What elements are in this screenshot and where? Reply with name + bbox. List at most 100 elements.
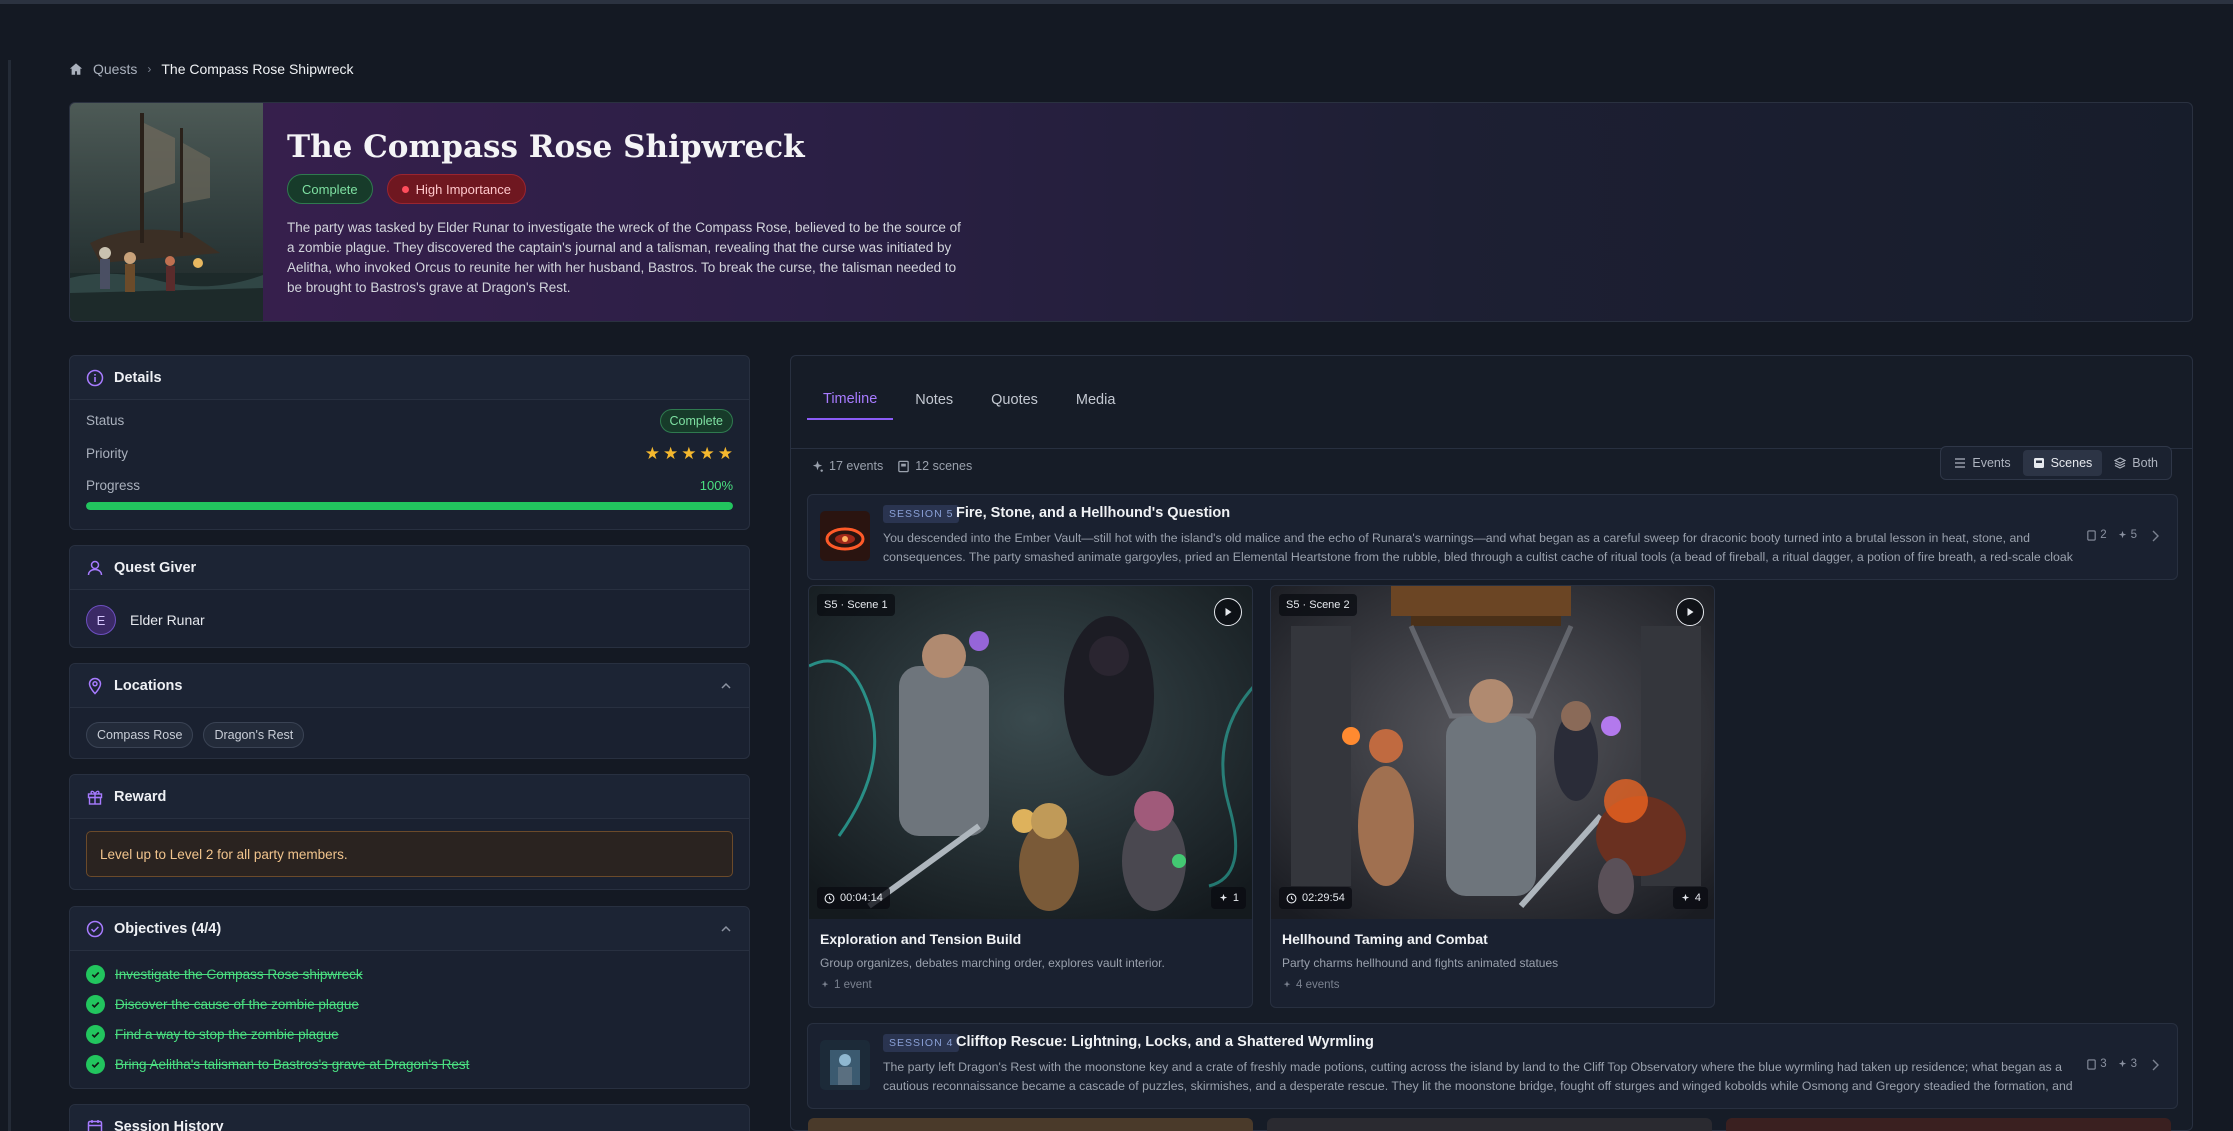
session-description: You descended into the Ember Vault—still… xyxy=(883,531,2073,564)
locations-title: Locations xyxy=(114,677,183,694)
play-icon[interactable] xyxy=(1676,598,1704,626)
details-title: Details xyxy=(114,369,162,386)
status-label: Status xyxy=(86,413,125,428)
check-circle-icon xyxy=(86,920,104,938)
objectives-header[interactable]: Objectives (4/4) xyxy=(70,907,749,951)
scene-events-count: 1 xyxy=(1210,887,1246,909)
chevron-up-icon[interactable] xyxy=(719,679,733,693)
objective-item[interactable]: Discover the cause of the zombie plague xyxy=(86,989,733,1019)
info-icon xyxy=(86,369,104,387)
avatar: E xyxy=(86,605,116,635)
reward-panel: Reward Level up to Level 2 for all party… xyxy=(69,774,750,890)
user-icon xyxy=(86,559,104,577)
sparkle-icon xyxy=(1219,893,1228,901)
session-title: Fire, Stone, and a Hellhound's Question xyxy=(956,505,1231,521)
objective-label: Investigate the Compass Rose shipwreck xyxy=(115,966,363,982)
clock-icon xyxy=(1286,893,1297,903)
sparkle-icon xyxy=(2118,1059,2126,1067)
scene-events-label: 1 event xyxy=(820,979,872,991)
session-history-panel: Session History xyxy=(69,1104,750,1131)
details-header: Details xyxy=(70,356,749,400)
session-scenes-count: 2 xyxy=(2086,529,2107,541)
objective-label: Bring Aelitha's talisman to Bastros's gr… xyxy=(115,1056,470,1072)
reward-header: Reward xyxy=(70,775,749,819)
session-tag: SESSION 4 xyxy=(883,1034,960,1052)
film-icon xyxy=(898,460,910,472)
location-chips: Compass Rose Dragon's Rest xyxy=(86,722,733,748)
locations-header[interactable]: Locations xyxy=(70,664,749,708)
sparkle-icon xyxy=(1681,893,1690,901)
quest-title: The Compass Rose Shipwreck xyxy=(287,129,805,165)
tab-bar: Timeline Notes Quotes Media xyxy=(807,380,1137,420)
map-pin-icon xyxy=(86,677,104,695)
star-icon: ★ xyxy=(644,444,660,463)
window-frame-top xyxy=(0,0,2233,4)
quest-cover-image[interactable] xyxy=(70,103,263,321)
session-events-count: 5 xyxy=(2117,529,2137,541)
session-card-5[interactable]: SESSION 5 Fire, Stone, and a Hellhound's… xyxy=(807,494,2178,580)
scene-thumbnail[interactable] xyxy=(1267,1118,1712,1131)
view-events-button[interactable]: Events xyxy=(1944,450,2020,476)
view-both-button[interactable]: Both xyxy=(2104,450,2168,476)
scene-card-1[interactable]: S5 · Scene 1 00:04:14 1 Exploration and … xyxy=(808,585,1253,1008)
scene-tag: S5 · Scene 1 xyxy=(817,594,895,616)
session-description: The party left Dragon's Rest with the mo… xyxy=(883,1060,2073,1093)
objective-item[interactable]: Bring Aelitha's talisman to Bastros's gr… xyxy=(86,1049,733,1079)
session-history-header[interactable]: Session History xyxy=(70,1105,749,1131)
scene-tag: S5 · Scene 2 xyxy=(1279,594,1357,616)
progress-label: Progress xyxy=(86,477,141,493)
tab-media[interactable]: Media xyxy=(1060,380,1132,420)
quest-giver-name: Elder Runar xyxy=(130,612,205,628)
scene-thumbnail[interactable] xyxy=(1726,1118,2171,1131)
film-icon xyxy=(2087,529,2096,541)
scene-title: Exploration and Tension Build xyxy=(820,931,1022,947)
objectives-title: Objectives (4/4) xyxy=(114,920,222,937)
sparkle-icon xyxy=(1283,980,1291,988)
objective-label: Discover the cause of the zombie plague xyxy=(115,996,359,1012)
chevron-right-icon[interactable] xyxy=(2149,1058,2161,1072)
breadcrumb-quests-link[interactable]: Quests xyxy=(93,61,137,77)
quest-giver-entry[interactable]: E Elder Runar xyxy=(86,602,733,638)
location-chip[interactable]: Compass Rose xyxy=(86,722,194,748)
scene-events-label: 4 events xyxy=(1282,979,1339,991)
scene-thumbnail[interactable] xyxy=(808,1118,1253,1131)
session-scenes-count: 3 xyxy=(2086,1058,2107,1070)
check-icon xyxy=(86,964,105,984)
scene-description: Group organizes, debates marching order,… xyxy=(820,956,1165,970)
priority-stars: ★ ★ ★ ★ ★ xyxy=(645,445,733,462)
sparkle-icon xyxy=(821,980,829,988)
sparkle-icon xyxy=(812,460,823,472)
location-chip[interactable]: Dragon's Rest xyxy=(203,722,305,748)
tab-notes[interactable]: Notes xyxy=(899,380,969,420)
events-count: 17 events xyxy=(811,459,883,473)
check-icon xyxy=(86,1054,105,1074)
priority-row: Priority ★ ★ ★ ★ ★ xyxy=(86,437,733,470)
chevron-right-icon: › xyxy=(147,62,152,76)
reward-title: Reward xyxy=(114,788,167,805)
objective-item[interactable]: Find a way to stop the zombie plague xyxy=(86,1019,733,1049)
scene-duration: 02:29:54 xyxy=(1279,887,1352,909)
scene-card-2[interactable]: S5 · Scene 2 02:29:54 4 Hellhound Taming… xyxy=(1270,585,1715,1008)
scene-duration: 00:04:14 xyxy=(817,887,890,909)
session-card-4[interactable]: SESSION 4 Clifftop Rescue: Lightning, Lo… xyxy=(807,1023,2178,1109)
chevron-up-icon[interactable] xyxy=(719,922,733,936)
check-icon xyxy=(86,1024,105,1044)
tab-quotes[interactable]: Quotes xyxy=(975,380,1054,420)
session-events-count: 3 xyxy=(2117,1058,2137,1070)
objective-item[interactable]: Investigate the Compass Rose shipwreck xyxy=(86,959,733,989)
list-icon xyxy=(1955,458,1966,468)
scene-events-count: 4 xyxy=(1672,887,1708,909)
view-scenes-button[interactable]: Scenes xyxy=(2022,450,2103,476)
film-icon xyxy=(2033,458,2044,468)
events-count-label: 17 events xyxy=(829,459,884,473)
tab-timeline[interactable]: Timeline xyxy=(807,380,894,420)
priority-label: Priority xyxy=(86,446,129,461)
session-meta: 2 5 xyxy=(2086,529,2137,541)
breadcrumb-current: The Compass Rose Shipwreck xyxy=(161,61,354,77)
home-icon[interactable] xyxy=(69,62,83,76)
view-scenes-label: Scenes xyxy=(2050,456,2093,470)
status-value: Complete xyxy=(659,408,733,433)
play-icon[interactable] xyxy=(1214,598,1242,626)
chevron-right-icon[interactable] xyxy=(2149,529,2161,543)
locations-panel: Locations Compass Rose Dragon's Rest xyxy=(69,663,750,759)
